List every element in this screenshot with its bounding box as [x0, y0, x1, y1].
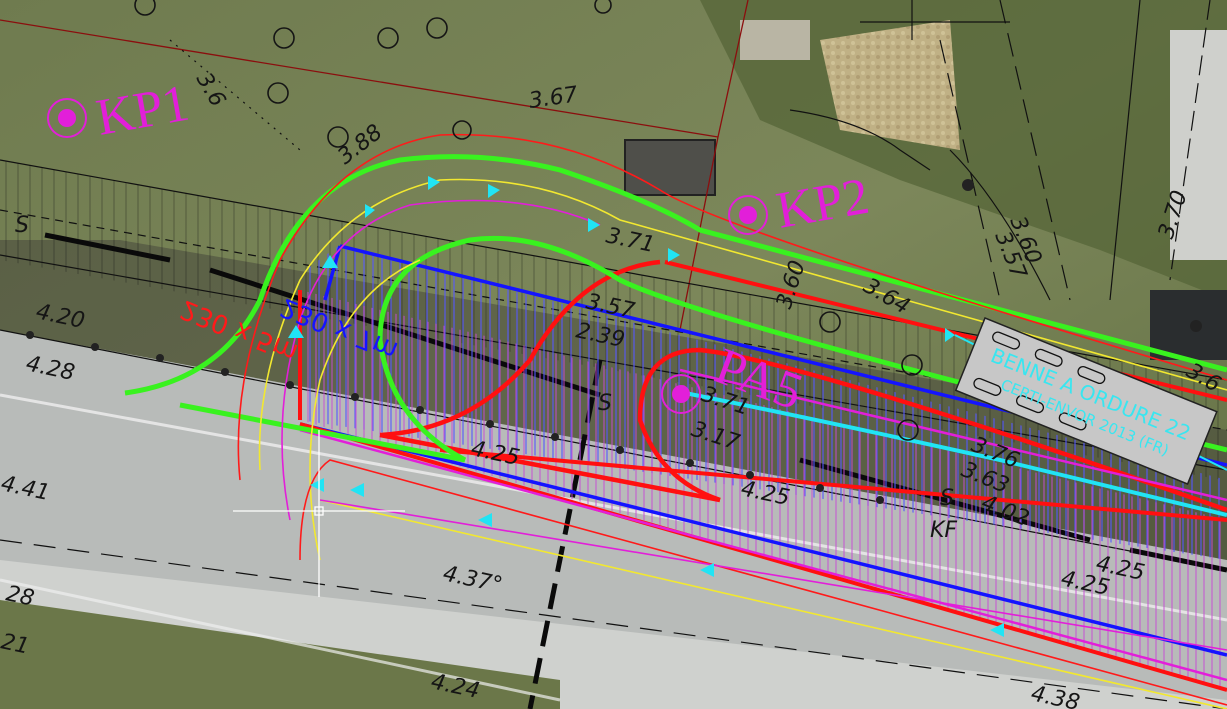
survey-code-label: KF: [930, 518, 957, 543]
survey-code-label: S: [15, 213, 29, 238]
cad-overlay: BENNE A ORDURE 22 CERTI-ENVOR 2013 (FR) …: [0, 0, 1227, 709]
survey-code-label: S: [940, 486, 954, 511]
map-canvas[interactable]: BENNE A ORDURE 22 CERTI-ENVOR 2013 (FR) …: [0, 0, 1227, 709]
survey-code-label: S: [598, 391, 612, 416]
